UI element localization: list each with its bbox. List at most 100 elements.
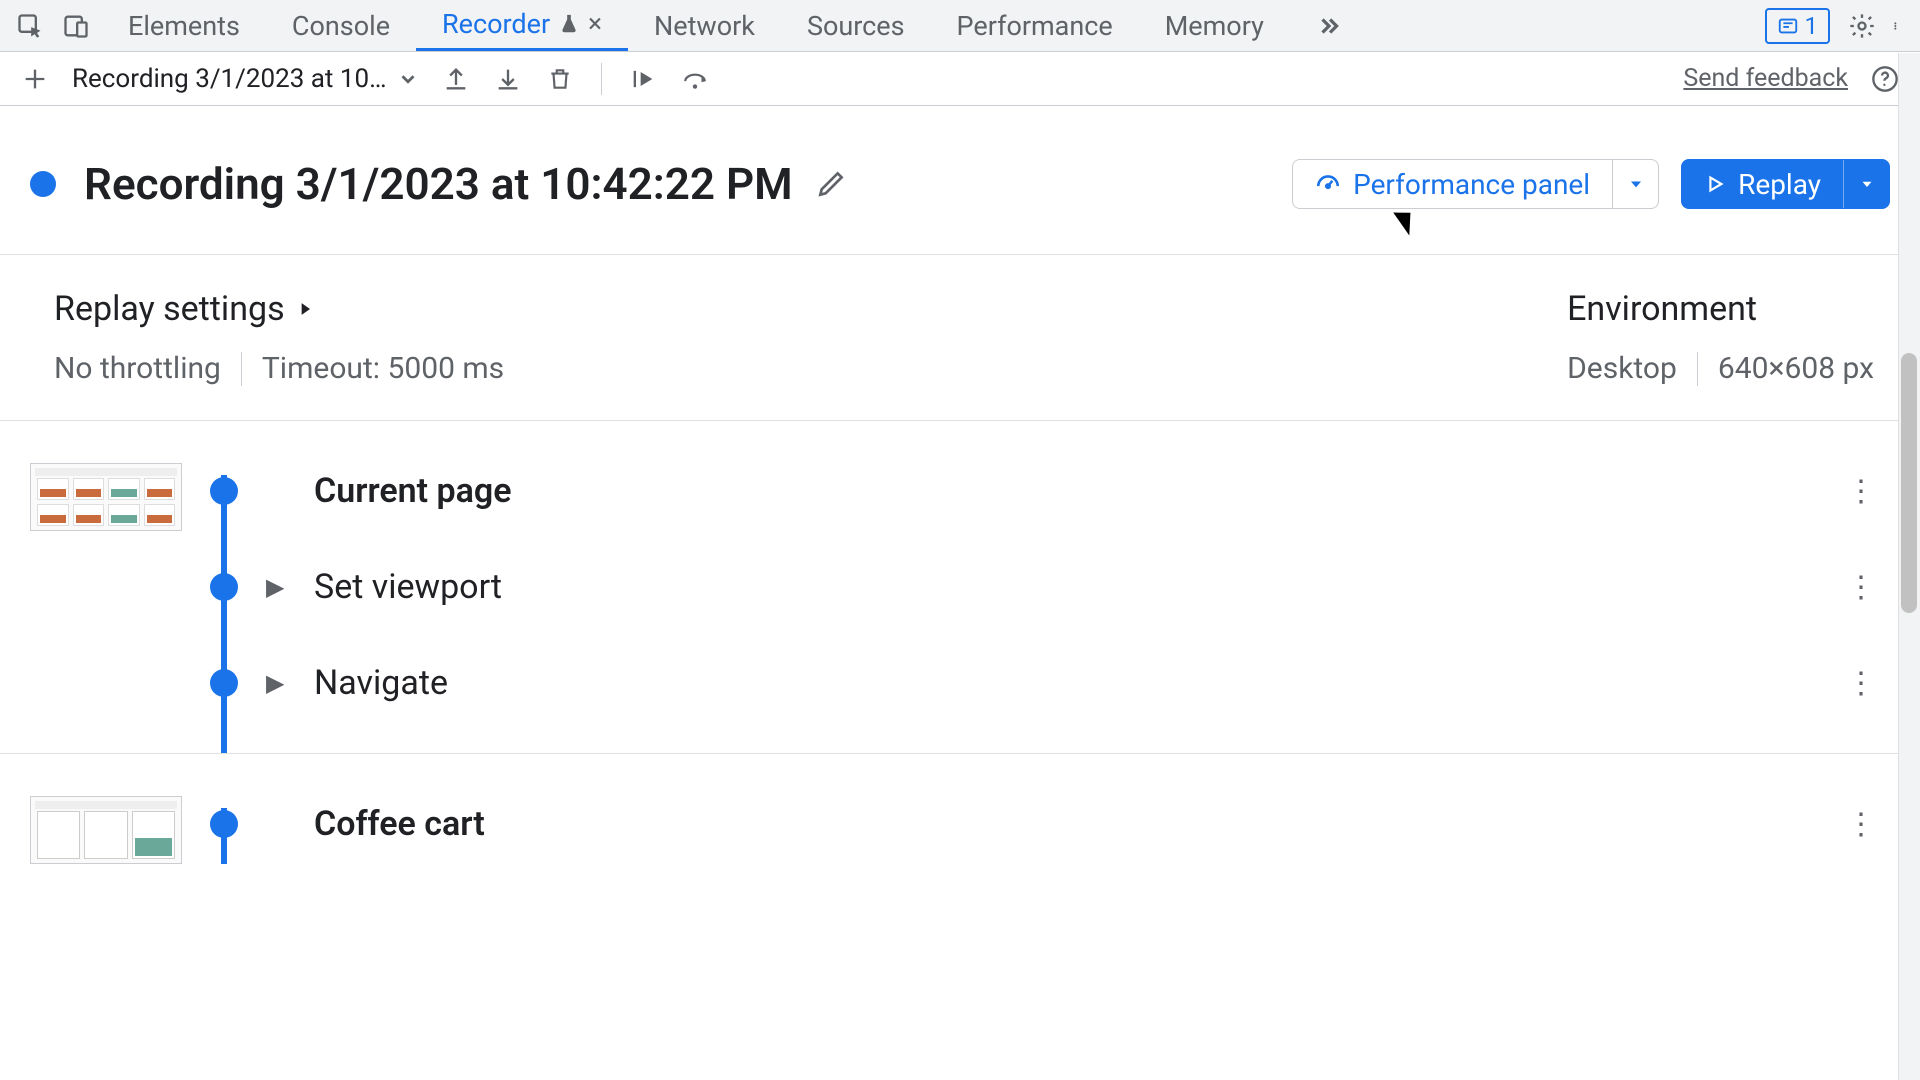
close-icon[interactable]: × [588,9,602,39]
play-icon [1704,173,1726,195]
steps-list: Current page ⋮ ▶ Set viewport ⋮ ▶ Naviga… [0,420,1920,874]
inspect-icon[interactable] [16,12,44,40]
timeline-node-icon [210,810,238,838]
tab-performance[interactable]: Performance [931,0,1139,51]
recorder-toolbar: Recording 3/1/2023 at 10… Send feedback [0,52,1920,106]
replay-settings-values: No throttling Timeout: 5000 ms [54,351,504,386]
step-coffee-cart[interactable]: Coffee cart ⋮ [210,796,1890,852]
recording-title: Recording 3/1/2023 at 10:42:22 PM [84,158,793,210]
toolbar-divider [601,63,602,95]
step-thumbnail[interactable] [30,796,182,864]
step-title: Set viewport [314,567,502,607]
step-current-page[interactable]: Current page ⋮ [210,463,1890,559]
kebab-icon[interactable] [1894,12,1902,40]
panel-tabs: Elements Console Recorder × Network Sour… [102,0,1368,51]
trash-icon[interactable] [545,64,575,94]
tabstrip-leading [0,0,102,51]
recording-header: Recording 3/1/2023 at 10:42:22 PM Perfor… [0,106,1920,254]
pencil-icon[interactable] [815,168,847,200]
environment-heading: Environment [1567,289,1874,329]
performance-panel-caret[interactable] [1612,160,1658,208]
environment-values: Desktop 640×608 px [1567,351,1874,386]
replay-settings-label: Replay settings [54,289,285,329]
kebab-icon[interactable]: ⋮ [1846,570,1890,605]
chevron-down-icon [397,68,419,90]
replay-settings: Replay settings No throttling Timeout: 5… [54,289,504,386]
flask-icon [558,13,580,35]
tab-sources[interactable]: Sources [781,0,931,51]
step-navigate[interactable]: ▶ Navigate ⋮ [210,655,1890,711]
scrollbar-track[interactable] [1898,53,1920,1080]
gear-icon[interactable] [1848,12,1876,40]
caret-right-icon[interactable]: ▶ [266,573,286,601]
caret-right-icon[interactable]: ▶ [266,669,286,697]
environment-label: Environment [1567,289,1757,329]
chevron-double-right-icon [1316,13,1342,39]
timeline-node-icon [210,573,238,601]
tab-label: Memory [1165,10,1264,42]
tab-elements[interactable]: Elements [102,0,266,51]
tab-recorder[interactable]: Recorder × [416,0,628,51]
device-toggle-icon[interactable] [62,12,90,40]
replay-main[interactable]: Replay [1682,160,1843,208]
step-set-viewport[interactable]: ▶ Set viewport ⋮ [210,559,1890,655]
kebab-icon[interactable]: ⋮ [1846,666,1890,701]
performance-panel-main[interactable]: Performance panel [1293,160,1612,208]
send-feedback-link[interactable]: Send feedback [1683,64,1848,93]
replay-caret[interactable] [1843,160,1889,208]
tab-network[interactable]: Network [628,0,781,51]
cursor-icon [1400,206,1420,234]
send-feedback-label: Send feedback [1683,64,1848,93]
timeline-node-icon [210,477,238,505]
help-icon[interactable] [1870,64,1900,94]
status-dot-icon [30,171,56,197]
replay-settings-heading[interactable]: Replay settings [54,289,504,329]
step-play-icon[interactable] [628,64,658,94]
step-group: Coffee cart ⋮ [0,754,1920,874]
timeout-value: Timeout: 5000 ms [262,351,504,386]
step-title: Current page [314,471,512,511]
tab-label: Performance [957,10,1113,42]
tab-label: Console [292,10,390,42]
recording-selector-label: Recording 3/1/2023 at 10… [72,64,387,94]
viewport-value: 640×608 px [1718,351,1874,386]
recording-selector[interactable]: Recording 3/1/2023 at 10… [72,64,419,94]
download-icon[interactable] [493,64,523,94]
timeline-node-icon [210,669,238,697]
gauge-icon [1315,171,1341,197]
step-title: Coffee cart [314,804,485,844]
caret-right-icon [295,298,315,320]
device-value: Desktop [1567,351,1677,386]
kebab-icon[interactable]: ⋮ [1846,474,1890,509]
value-divider [241,352,242,386]
tab-memory[interactable]: Memory [1139,0,1290,51]
plus-icon[interactable] [20,64,50,94]
tab-label: Sources [807,10,905,42]
performance-panel-button[interactable]: Performance panel [1292,159,1659,209]
tabstrip-trailing: 1 [1765,0,1920,51]
timeline: Coffee cart ⋮ [210,796,1890,864]
step-thumbnail[interactable] [30,463,182,531]
settings-row: Replay settings No throttling Timeout: 5… [0,255,1920,420]
export-up-icon[interactable] [441,64,471,94]
replay-button[interactable]: Replay [1681,159,1890,209]
issues-count: 1 [1805,12,1819,40]
tab-console[interactable]: Console [266,0,416,51]
step-over-icon[interactable] [680,64,710,94]
step-group: Current page ⋮ ▶ Set viewport ⋮ ▶ Naviga… [0,421,1920,754]
issues-badge[interactable]: 1 [1765,8,1831,44]
environment: Environment Desktop 640×608 px [1567,289,1874,386]
performance-panel-label: Performance panel [1353,168,1590,201]
tab-overflow[interactable] [1290,0,1368,51]
tab-label: Recorder [442,8,550,40]
devtools-tabstrip: Elements Console Recorder × Network Sour… [0,0,1920,52]
step-title: Navigate [314,663,448,703]
tab-label: Network [654,10,755,42]
kebab-icon[interactable]: ⋮ [1846,807,1890,842]
throttling-value: No throttling [54,351,221,386]
value-divider [1697,352,1698,386]
tab-label: Elements [128,10,240,42]
scrollbar-thumb[interactable] [1901,353,1917,613]
replay-label: Replay [1738,168,1821,201]
timeline: Current page ⋮ ▶ Set viewport ⋮ ▶ Naviga… [210,463,1890,711]
